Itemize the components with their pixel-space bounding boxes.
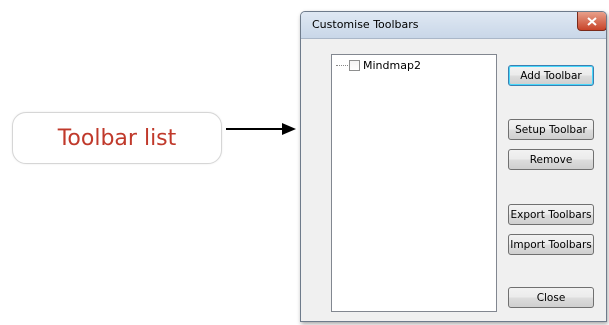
import-toolbars-button[interactable]: Import Toolbars	[508, 234, 594, 255]
tree-connector	[336, 65, 348, 66]
dialog-client-area: Mindmap2 Add Toolbar Setup Toolbar Remov…	[307, 39, 600, 315]
title-bar: Customise Toolbars	[301, 12, 606, 39]
setup-toolbar-button[interactable]: Setup Toolbar	[508, 119, 594, 140]
customise-toolbars-dialog: Customise Toolbars Mindmap2 Add Toolbar …	[300, 11, 607, 322]
close-button[interactable]: Close	[508, 287, 594, 308]
toolbar-list-callout: Toolbar list	[12, 112, 222, 164]
callout-label: Toolbar list	[57, 125, 177, 151]
window-close-button[interactable]	[577, 12, 606, 31]
export-toolbars-button[interactable]: Export Toolbars	[508, 204, 594, 225]
remove-button[interactable]: Remove	[508, 149, 594, 170]
arrow-icon	[226, 123, 296, 135]
tree-item-label: Mindmap2	[363, 59, 421, 72]
tree-item-mindmap2[interactable]: Mindmap2	[336, 59, 421, 72]
toolbar-tree-list[interactable]: Mindmap2	[331, 54, 497, 312]
close-icon	[587, 16, 597, 26]
tree-item-checkbox[interactable]	[349, 60, 360, 71]
dialog-title: Customise Toolbars	[312, 18, 419, 31]
add-toolbar-button[interactable]: Add Toolbar	[508, 65, 594, 86]
